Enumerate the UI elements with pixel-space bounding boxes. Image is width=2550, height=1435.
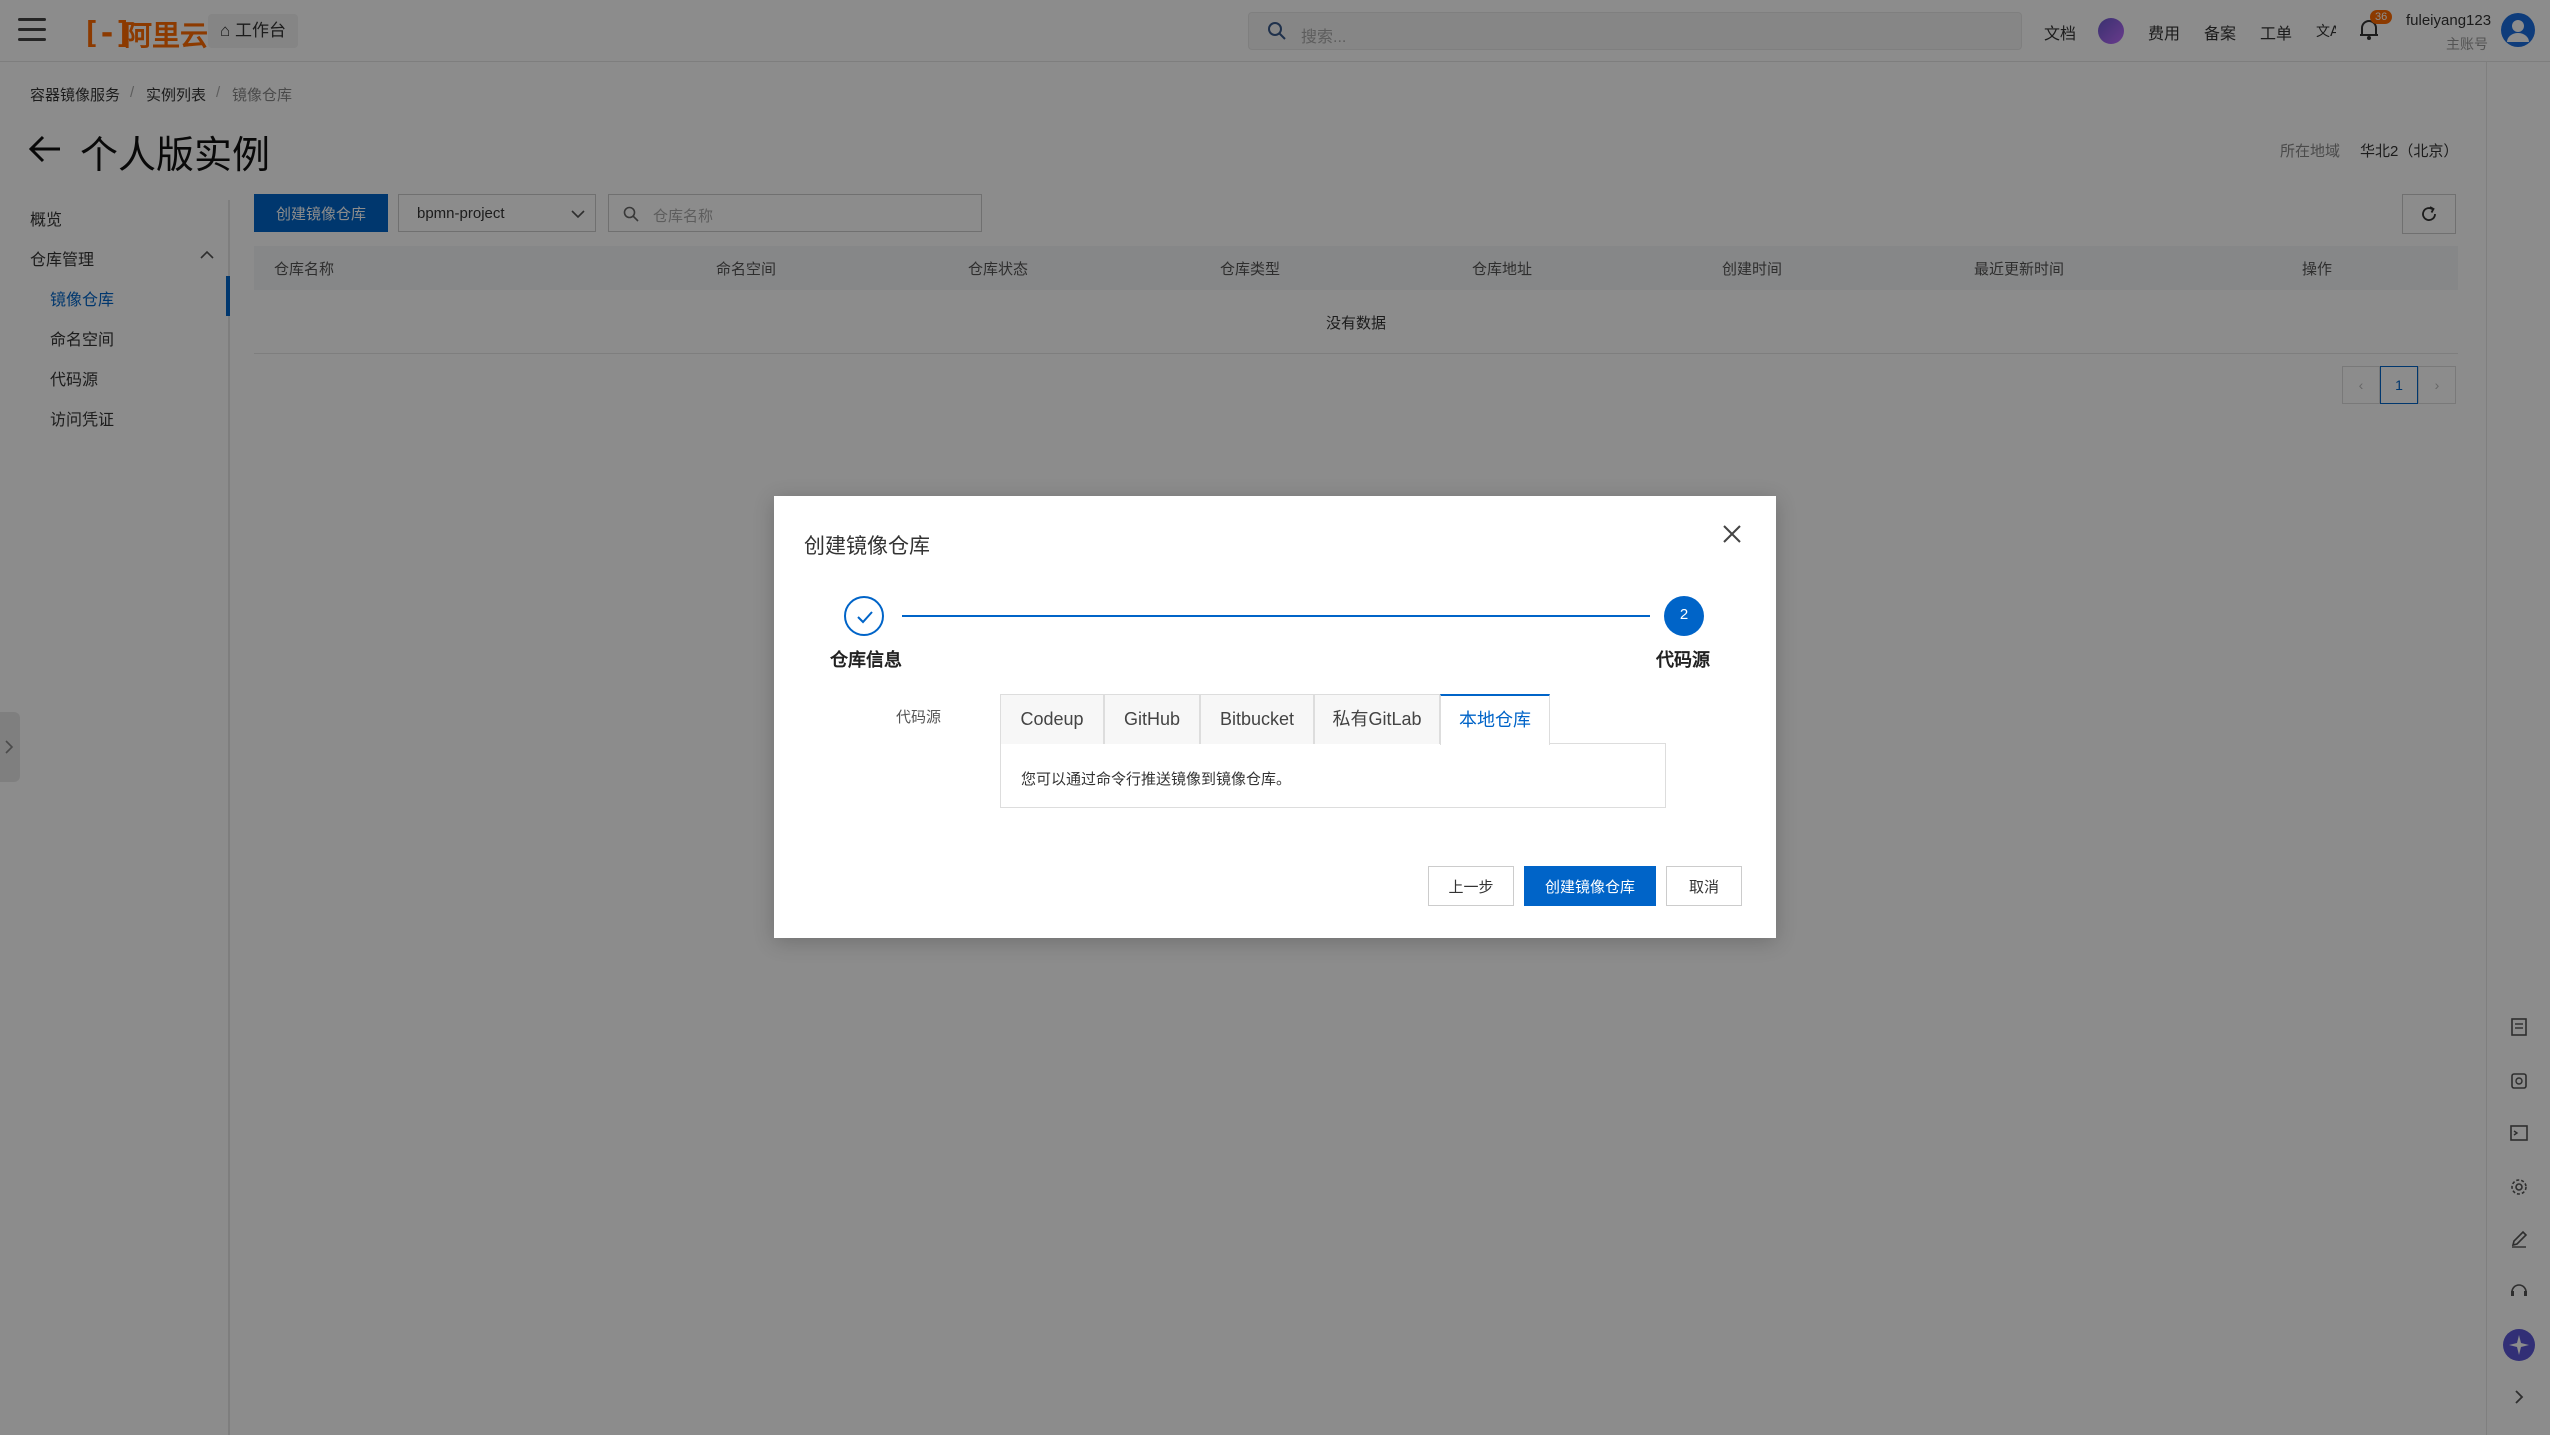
tab-codeup[interactable]: Codeup (1000, 694, 1104, 744)
tab-local-repo[interactable]: 本地仓库 (1440, 694, 1550, 745)
confirm-create-button[interactable]: 创建镜像仓库 (1524, 866, 1656, 906)
tab-private-gitlab[interactable]: 私有GitLab (1314, 694, 1440, 744)
tab-bitbucket[interactable]: Bitbucket (1200, 694, 1314, 744)
step-connector (902, 615, 1650, 617)
check-icon (857, 611, 873, 624)
prev-step-button[interactable]: 上一步 (1428, 866, 1514, 906)
local-repo-hint: 您可以通过命令行推送镜像到镜像仓库。 (1021, 771, 1292, 788)
step-1-done (844, 596, 884, 636)
step-2-label: 代码源 (1656, 650, 1710, 670)
dialog-title: 创建镜像仓库 (804, 535, 930, 558)
code-source-tabs: Codeup GitHub Bitbucket 私有GitLab 本地仓库 (1000, 694, 1666, 745)
create-repo-dialog: 创建镜像仓库 2 仓库信息 代码源 代码源 Codeup GitHub Bitb… (774, 496, 1776, 938)
cancel-button[interactable]: 取消 (1666, 866, 1742, 906)
tab-github[interactable]: GitHub (1104, 694, 1200, 744)
code-source-label: 代码源 (896, 709, 942, 726)
step-2-current: 2 (1664, 596, 1704, 636)
close-icon[interactable] (1718, 520, 1746, 548)
tab-panel-local-repo: 您可以通过命令行推送镜像到镜像仓库。 (1000, 744, 1666, 808)
step-1-label: 仓库信息 (830, 650, 902, 670)
